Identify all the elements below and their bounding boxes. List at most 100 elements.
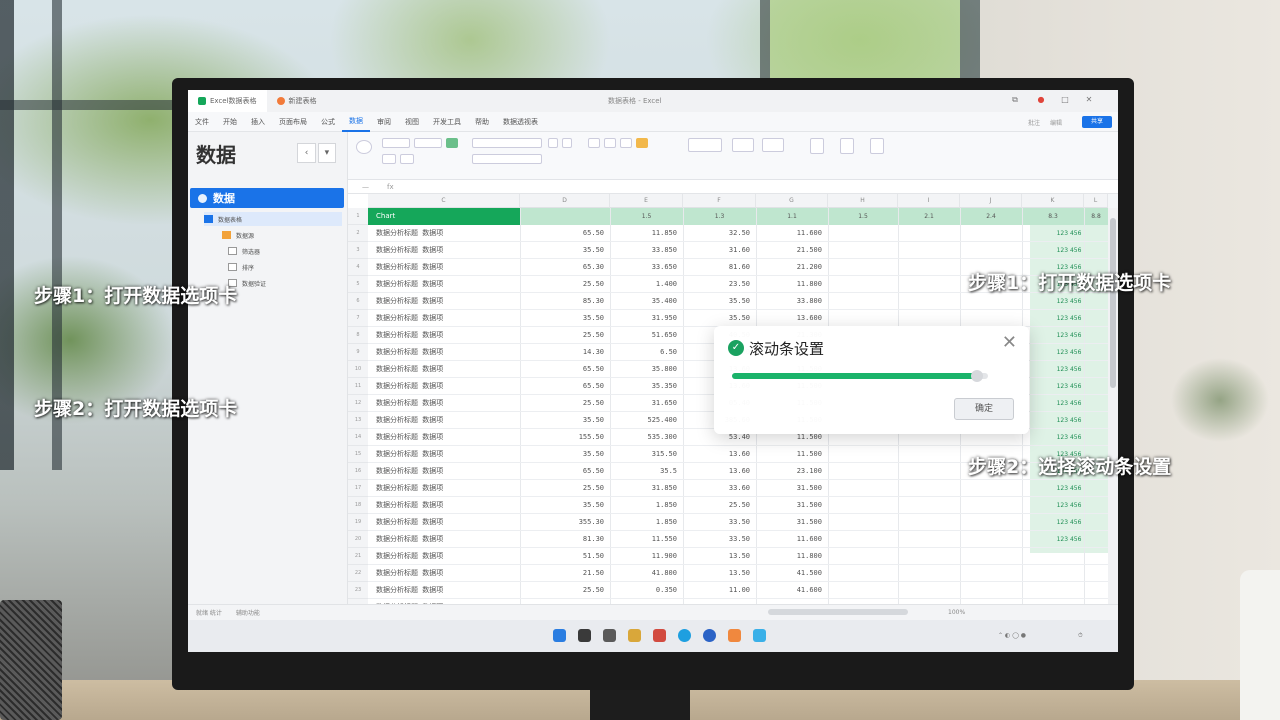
table-cell[interactable]: 35.800 xyxy=(610,361,683,378)
row-header[interactable]: 17 xyxy=(348,480,368,497)
table-cell[interactable]: 31.500 xyxy=(756,480,828,497)
office-icon[interactable] xyxy=(728,629,741,642)
table-cell[interactable]: 数据分析标题 数据项 xyxy=(368,480,520,497)
table-cell[interactable]: 65.30 xyxy=(520,259,610,276)
table-cell[interactable]: 1.850 xyxy=(610,514,683,531)
table-cell[interactable]: 13.50 xyxy=(683,565,756,582)
table-cell[interactable]: 35.50 xyxy=(520,310,610,327)
maximize-icon[interactable]: □ xyxy=(1060,95,1070,105)
checkbox-icon[interactable] xyxy=(228,247,237,255)
table-cell[interactable]: 25.50 xyxy=(520,327,610,344)
table-cell[interactable]: 25.50 xyxy=(520,582,610,599)
table-cell[interactable]: 11.800 xyxy=(756,548,828,565)
table-cell[interactable]: 数据分析标题 数据项 xyxy=(368,446,520,463)
row-header[interactable]: 6 xyxy=(348,293,368,310)
table-cell[interactable]: 25.50 xyxy=(520,276,610,293)
table-cell[interactable]: 51.650 xyxy=(610,327,683,344)
table-cell[interactable]: 0.350 xyxy=(610,582,683,599)
highlight-cell[interactable]: 123 456 xyxy=(1030,310,1108,327)
table-cell[interactable]: 数据分析标题 数据项 xyxy=(368,514,520,531)
close-icon[interactable]: ✕ xyxy=(1002,334,1017,352)
app-icon[interactable] xyxy=(653,629,666,642)
row-header[interactable]: 5 xyxy=(348,276,368,293)
table-cell[interactable]: 25.50 xyxy=(683,497,756,514)
table-cell[interactable]: 155.50 xyxy=(520,429,610,446)
table-cell[interactable]: 31.500 xyxy=(756,497,828,514)
edit-button[interactable]: 编辑 xyxy=(1050,118,1062,127)
column-header[interactable]: F xyxy=(683,194,756,208)
table-cell[interactable]: 6.50 xyxy=(610,344,683,361)
close-icon[interactable]: ✕ xyxy=(1084,95,1094,105)
table-cell[interactable]: 35.50 xyxy=(520,412,610,429)
highlight-icon[interactable] xyxy=(446,138,458,148)
table-cell[interactable]: 41.800 xyxy=(610,565,683,582)
table-cell[interactable]: 数据分析标题 数据项 xyxy=(368,327,520,344)
table-cell[interactable]: 11.600 xyxy=(756,225,828,242)
table-cell[interactable]: 11.600 xyxy=(756,531,828,548)
ok-button[interactable]: 确定 xyxy=(954,398,1014,420)
table-cell[interactable]: 23.50 xyxy=(683,276,756,293)
chat-icon[interactable] xyxy=(753,629,766,642)
table-cell[interactable]: 33.50 xyxy=(683,531,756,548)
ribbon-button[interactable] xyxy=(414,138,442,148)
table-cell[interactable]: 81.60 xyxy=(683,259,756,276)
menu-file[interactable]: 文件 xyxy=(188,117,216,127)
row-header[interactable]: 10 xyxy=(348,361,368,378)
highlight-cell[interactable]: 123 456 xyxy=(1030,531,1108,548)
table-cell[interactable]: 32.50 xyxy=(683,225,756,242)
table-cell[interactable]: 31.60 xyxy=(683,242,756,259)
ribbon-button[interactable] xyxy=(588,138,600,148)
status-accessibility[interactable]: 辅助功能 xyxy=(236,608,260,617)
row-header[interactable]: 8 xyxy=(348,327,368,344)
comments-button[interactable]: 批注 xyxy=(1028,118,1040,127)
ribbon-button[interactable] xyxy=(382,154,396,164)
menu-home[interactable]: 开始 xyxy=(216,117,244,127)
table-cell[interactable]: 65.50 xyxy=(520,378,610,395)
table-cell[interactable]: 21.500 xyxy=(756,242,828,259)
table-cell[interactable]: 65.50 xyxy=(520,225,610,242)
table-cell[interactable]: 数据分析标题 数据项 xyxy=(368,242,520,259)
table-cell[interactable]: 35.5 xyxy=(610,463,683,480)
table-cell[interactable]: 13.60 xyxy=(683,463,756,480)
header-value[interactable]: 1.1 xyxy=(756,208,828,225)
menu-data[interactable]: 数据 xyxy=(342,112,370,132)
column-header[interactable]: H xyxy=(828,194,898,208)
row-header[interactable]: 12 xyxy=(348,395,368,412)
table-cell[interactable]: 数据分析标题 数据项 xyxy=(368,429,520,446)
start-icon[interactable] xyxy=(553,629,566,642)
table-cell[interactable]: 35.400 xyxy=(610,293,683,310)
table-cell[interactable]: 数据分析标题 数据项 xyxy=(368,412,520,429)
highlight-cell[interactable]: 123 456 xyxy=(1030,293,1108,310)
table-row-empty[interactable] xyxy=(828,582,1108,599)
progress-knob[interactable] xyxy=(971,370,984,382)
table-cell[interactable]: 数据分析标题 数据项 xyxy=(368,531,520,548)
ribbon-button[interactable] xyxy=(840,138,854,154)
table-cell[interactable]: 21.50 xyxy=(520,565,610,582)
table-cell[interactable]: 数据分析标题 数据项 xyxy=(368,293,520,310)
table-cell[interactable]: 33.650 xyxy=(610,259,683,276)
ribbon-button[interactable] xyxy=(762,138,784,152)
ribbon-button[interactable] xyxy=(548,138,558,148)
column-header[interactable]: I xyxy=(898,194,960,208)
row-header[interactable]: 4 xyxy=(348,259,368,276)
ribbon-button[interactable] xyxy=(688,138,722,152)
table-cell[interactable]: 85.30 xyxy=(520,293,610,310)
ribbon-button[interactable] xyxy=(562,138,572,148)
row-header[interactable]: 14 xyxy=(348,429,368,446)
table-cell[interactable]: 35.50 xyxy=(520,446,610,463)
task-view-icon[interactable] xyxy=(603,629,616,642)
highlight-cell[interactable]: 123 456 xyxy=(1030,497,1108,514)
menu-view[interactable]: 视图 xyxy=(398,117,426,127)
highlight-cell[interactable]: 123 456 xyxy=(1030,378,1108,395)
ribbon-button[interactable] xyxy=(382,138,410,148)
row-header[interactable]: 16 xyxy=(348,463,368,480)
zoom-level[interactable]: 100% xyxy=(948,609,965,616)
column-header[interactable]: C xyxy=(368,194,520,208)
table-cell[interactable]: 1.400 xyxy=(610,276,683,293)
table-cell[interactable]: 数据分析标题 数据项 xyxy=(368,344,520,361)
table-cell[interactable]: 数据分析标题 数据项 xyxy=(368,276,520,293)
row-header[interactable]: 15 xyxy=(348,446,368,463)
table-cell[interactable]: 535.300 xyxy=(610,429,683,446)
folder-icon[interactable] xyxy=(628,629,641,642)
column-header[interactable]: E xyxy=(610,194,683,208)
